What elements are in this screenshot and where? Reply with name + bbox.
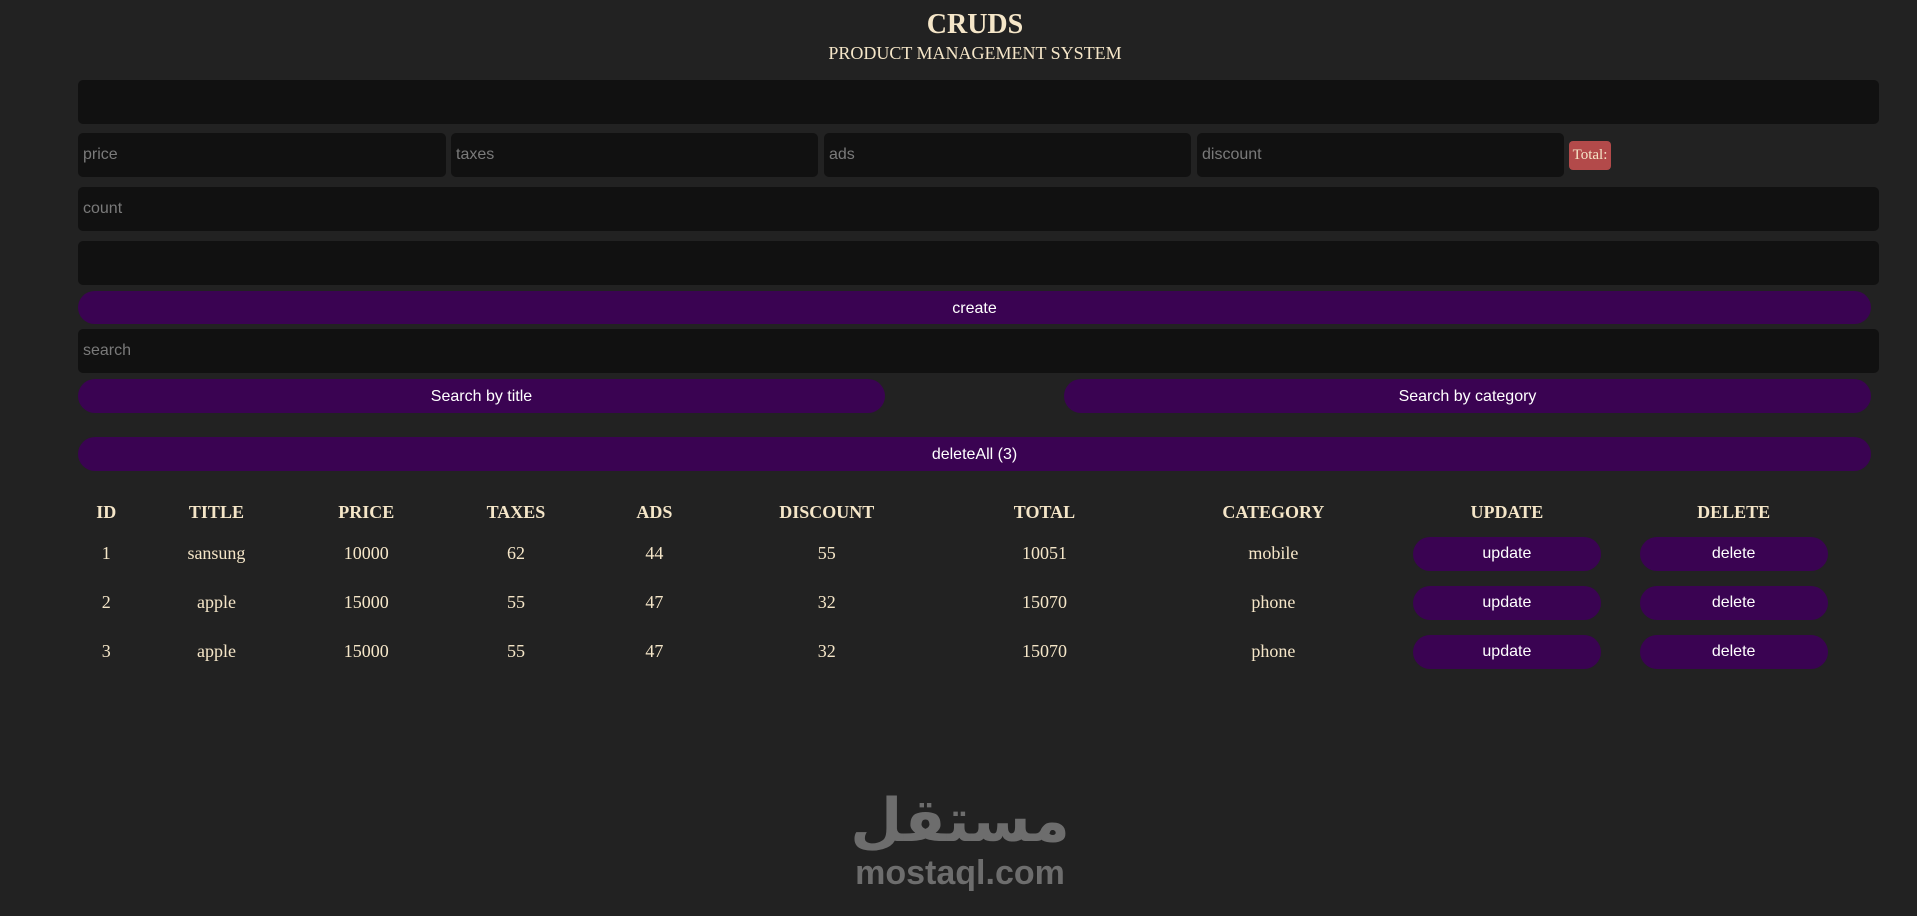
header-taxes: TAXES: [486, 501, 546, 522]
delete-button[interactable]: delete: [1639, 634, 1828, 669]
total-badge: Total:: [1569, 141, 1611, 170]
cell-total: 15070: [1021, 592, 1067, 612]
update-button[interactable]: update: [1412, 536, 1601, 571]
header-price: PRICE: [338, 501, 395, 522]
delete-all-button[interactable]: deleteAll (3): [78, 437, 1871, 471]
count-input[interactable]: [78, 187, 1879, 231]
app-title: CRUDS: [926, 9, 1024, 40]
watermark-domain: mostaql.com: [855, 854, 1065, 892]
cell-total: 10051: [1021, 543, 1067, 563]
cell-discount: 32: [817, 592, 836, 612]
header-discount: DISCOUNT: [779, 501, 875, 522]
cell-ads: 47: [645, 592, 664, 612]
header-id: ID: [96, 501, 117, 522]
cell-price: 15000: [343, 592, 389, 612]
header-ads: ADS: [636, 501, 673, 522]
cell-total: 15070: [1021, 641, 1067, 661]
cell-discount: 55: [817, 543, 836, 563]
cell-price: 15000: [343, 641, 389, 661]
delete-button[interactable]: delete: [1639, 585, 1828, 620]
cell-category: phone: [1251, 592, 1296, 612]
table-row: 3 apple 15000 55 47 32 15070 phone updat…: [78, 627, 1840, 676]
cell-id: 3: [101, 641, 111, 661]
header-title: TITLE: [188, 501, 244, 522]
cell-category: phone: [1251, 641, 1296, 661]
cell-update: update: [1401, 529, 1614, 578]
cell-category: mobile: [1248, 543, 1299, 563]
cell-title: apple: [196, 641, 236, 661]
taxes-input[interactable]: [451, 133, 818, 177]
header: CRUDS PRODUCT MANAGEMENT SYSTEM: [0, 8, 1917, 64]
header-total: TOTAL: [1013, 501, 1076, 522]
products-table: ID TITLE PRICE TAXES ADS DISCOUNT TOTAL …: [64, 495, 1854, 676]
header-delete: DELETE: [1697, 501, 1771, 522]
search-by-title-button[interactable]: Search by title: [78, 379, 885, 413]
cell-ads: 47: [645, 641, 664, 661]
search-by-category-button[interactable]: Search by category: [1064, 379, 1871, 413]
table-row: 2 apple 15000 55 47 32 15070 phone updat…: [78, 578, 1840, 627]
cell-title: apple: [196, 592, 236, 612]
table-row: 1 sansung 10000 62 44 55 10051 mobile up…: [78, 529, 1840, 578]
cell-title: sansung: [187, 543, 246, 563]
discount-input[interactable]: [1197, 133, 1564, 177]
cell-update: update: [1401, 578, 1614, 627]
update-button[interactable]: update: [1412, 585, 1601, 620]
ads-input[interactable]: [824, 133, 1191, 177]
crud-app: CRUDS PRODUCT MANAGEMENT SYSTEM Total: c…: [0, 0, 1917, 916]
cell-ads: 44: [645, 543, 664, 563]
watermark-arabic-logo: مستقل: [850, 786, 1070, 856]
cell-taxes: 62: [506, 543, 525, 563]
cell-taxes: 55: [506, 592, 525, 612]
cell-taxes: 55: [506, 641, 525, 661]
create-button[interactable]: create: [78, 291, 1871, 324]
category-input[interactable]: [78, 241, 1879, 285]
header-update: UPDATE: [1470, 501, 1544, 522]
delete-button[interactable]: delete: [1639, 536, 1828, 571]
app-subtitle: PRODUCT MANAGEMENT SYSTEM: [828, 43, 1122, 63]
cell-price: 10000: [343, 543, 389, 563]
cell-delete: delete: [1627, 627, 1840, 676]
table-header-row: ID TITLE PRICE TAXES ADS DISCOUNT TOTAL …: [78, 495, 1840, 529]
cell-id: 1: [101, 543, 111, 563]
cell-delete: delete: [1627, 578, 1840, 627]
cell-id: 2: [101, 592, 111, 612]
price-input[interactable]: [78, 133, 446, 177]
cell-discount: 32: [817, 641, 836, 661]
update-button[interactable]: update: [1412, 634, 1601, 669]
header-category: CATEGORY: [1222, 501, 1325, 522]
cell-delete: delete: [1627, 529, 1840, 578]
cell-update: update: [1401, 627, 1614, 676]
title-input[interactable]: [78, 80, 1879, 124]
search-input[interactable]: [78, 329, 1879, 373]
mostaql-watermark: مستقل mostaql.com: [840, 788, 1080, 892]
